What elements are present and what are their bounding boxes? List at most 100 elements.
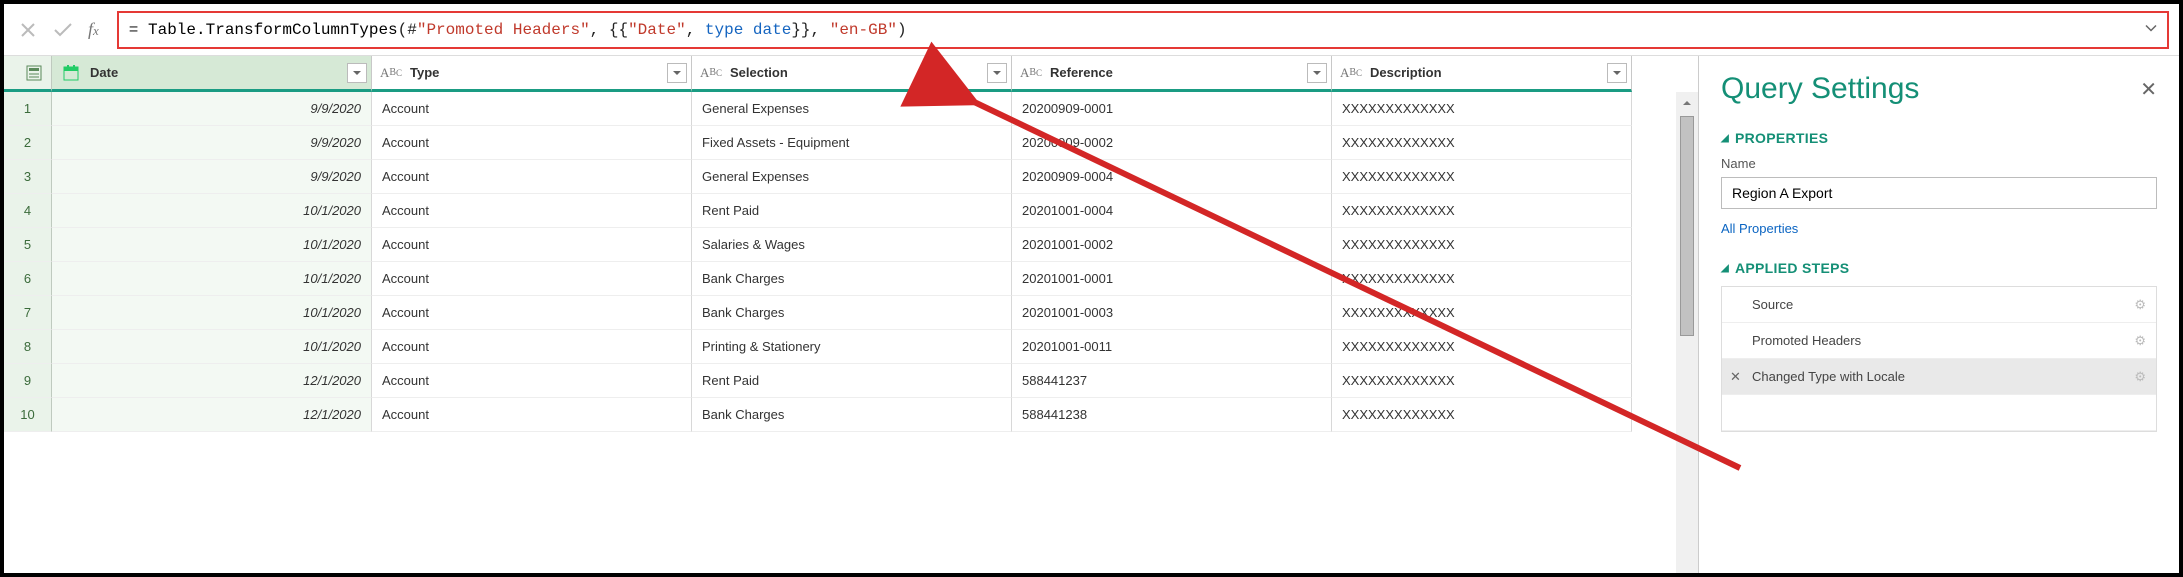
row-number: 6 (4, 262, 52, 296)
column-header-reference[interactable]: ABC Reference (1012, 56, 1332, 92)
filter-dropdown-icon[interactable] (667, 63, 687, 83)
cell-type[interactable]: Account (372, 296, 692, 330)
cell-type[interactable]: Account (372, 262, 692, 296)
vertical-scrollbar[interactable] (1676, 92, 1698, 573)
cell-selection[interactable]: General Expenses (692, 160, 1012, 194)
rows-container: 19/9/2020AccountGeneral Expenses20200909… (4, 92, 1698, 573)
cell-selection[interactable]: Rent Paid (692, 194, 1012, 228)
table-row[interactable]: 912/1/2020AccountRent Paid588441237XXXXX… (4, 364, 1698, 398)
cell-date[interactable]: 9/9/2020 (52, 160, 372, 194)
applied-step[interactable]: Promoted Headers⚙ (1722, 323, 2156, 359)
cell-description[interactable]: XXXXXXXXXXXXX (1332, 364, 1632, 398)
formula-expand-icon[interactable] (2143, 19, 2159, 40)
cell-selection[interactable]: General Expenses (692, 92, 1012, 126)
formula-bar[interactable]: = Table.TransformColumnTypes(#"Promoted … (117, 11, 2169, 49)
applied-step[interactable]: ✕ Changed Type with Locale ⚙ (1722, 359, 2156, 395)
cell-description[interactable]: XXXXXXXXXXXXX (1332, 262, 1632, 296)
cell-reference[interactable]: 20201001-0003 (1012, 296, 1332, 330)
cell-type[interactable]: Account (372, 398, 692, 432)
cell-selection[interactable]: Printing & Stationery (692, 330, 1012, 364)
cancel-icon[interactable] (18, 20, 38, 40)
cell-date[interactable]: 9/9/2020 (52, 92, 372, 126)
cell-date[interactable]: 10/1/2020 (52, 330, 372, 364)
cell-reference[interactable]: 20201001-0011 (1012, 330, 1332, 364)
cell-description[interactable]: XXXXXXXXXXXXX (1332, 160, 1632, 194)
cell-type[interactable]: Account (372, 364, 692, 398)
cell-reference[interactable]: 20200909-0001 (1012, 92, 1332, 126)
close-icon[interactable]: ✕ (2140, 77, 2157, 102)
table-row[interactable]: 510/1/2020AccountSalaries & Wages2020100… (4, 228, 1698, 262)
cell-reference[interactable]: 20200909-0004 (1012, 160, 1332, 194)
table-row[interactable]: 29/9/2020AccountFixed Assets - Equipment… (4, 126, 1698, 160)
cell-description[interactable]: XXXXXXXXXXXXX (1332, 228, 1632, 262)
text-type-icon: ABC (1340, 62, 1362, 84)
commit-icon[interactable] (52, 20, 74, 40)
cell-type[interactable]: Account (372, 228, 692, 262)
filter-dropdown-icon[interactable] (1607, 63, 1627, 83)
table-row[interactable]: 710/1/2020AccountBank Charges20201001-00… (4, 296, 1698, 330)
fx-icon[interactable]: fx (88, 19, 99, 40)
cell-type[interactable]: Account (372, 126, 692, 160)
cell-selection[interactable]: Salaries & Wages (692, 228, 1012, 262)
cell-type[interactable]: Account (372, 92, 692, 126)
table-row[interactable]: 410/1/2020AccountRent Paid20201001-0004X… (4, 194, 1698, 228)
table-row[interactable]: 19/9/2020AccountGeneral Expenses20200909… (4, 92, 1698, 126)
step-label: Source (1752, 297, 1793, 312)
cell-date[interactable]: 12/1/2020 (52, 364, 372, 398)
cell-date[interactable]: 9/9/2020 (52, 126, 372, 160)
cell-selection[interactable]: Rent Paid (692, 364, 1012, 398)
cell-date[interactable]: 10/1/2020 (52, 194, 372, 228)
cell-type[interactable]: Account (372, 160, 692, 194)
query-name-input[interactable] (1721, 177, 2157, 209)
table-row[interactable]: 39/9/2020AccountGeneral Expenses20200909… (4, 160, 1698, 194)
table-row[interactable]: 1012/1/2020AccountBank Charges588441238X… (4, 398, 1698, 432)
gear-icon[interactable]: ⚙ (2134, 369, 2146, 385)
applied-steps-section-header[interactable]: ◢ APPLIED STEPS (1721, 260, 2157, 276)
cell-reference[interactable]: 20200909-0002 (1012, 126, 1332, 160)
cell-description[interactable]: XXXXXXXXXXXXX (1332, 330, 1632, 364)
row-index-header[interactable] (4, 56, 52, 92)
panel-title: Query Settings ✕ (1721, 72, 2157, 106)
column-header-type[interactable]: ABC Type (372, 56, 692, 92)
cell-selection[interactable]: Bank Charges (692, 262, 1012, 296)
cell-type[interactable]: Account (372, 330, 692, 364)
cell-reference[interactable]: 20201001-0001 (1012, 262, 1332, 296)
cell-type[interactable]: Account (372, 194, 692, 228)
cell-reference[interactable]: 20201001-0004 (1012, 194, 1332, 228)
cell-description[interactable]: XXXXXXXXXXXXX (1332, 296, 1632, 330)
cell-description[interactable]: XXXXXXXXXXXXX (1332, 398, 1632, 432)
column-header-description[interactable]: ABC Description (1332, 56, 1632, 92)
column-label: Type (410, 65, 439, 80)
applied-step[interactable]: Source ⚙ (1722, 287, 2156, 323)
column-header-selection[interactable]: ABC Selection (692, 56, 1012, 92)
scroll-up-icon[interactable] (1676, 92, 1698, 114)
cell-reference[interactable]: 588441237 (1012, 364, 1332, 398)
cell-reference[interactable]: 588441238 (1012, 398, 1332, 432)
cell-description[interactable]: XXXXXXXXXXXXX (1332, 92, 1632, 126)
cell-date[interactable]: 10/1/2020 (52, 228, 372, 262)
delete-step-icon[interactable]: ✕ (1730, 369, 1741, 385)
properties-section-header[interactable]: ◢ PROPERTIES (1721, 130, 2157, 146)
cell-date[interactable]: 10/1/2020 (52, 296, 372, 330)
table-row[interactable]: 810/1/2020AccountPrinting & Stationery20… (4, 330, 1698, 364)
cell-description[interactable]: XXXXXXXXXXXXX (1332, 126, 1632, 160)
column-label: Date (90, 65, 118, 80)
step-label: Changed Type with Locale (1752, 369, 1905, 384)
table-row[interactable]: 610/1/2020AccountBank Charges20201001-00… (4, 262, 1698, 296)
cell-date[interactable]: 12/1/2020 (52, 398, 372, 432)
filter-dropdown-icon[interactable] (987, 63, 1007, 83)
gear-icon[interactable]: ⚙ (2134, 333, 2146, 349)
cell-date[interactable]: 10/1/2020 (52, 262, 372, 296)
scroll-thumb[interactable] (1680, 116, 1694, 336)
filter-dropdown-icon[interactable] (347, 63, 367, 83)
gear-icon[interactable]: ⚙ (2134, 297, 2146, 313)
cell-selection[interactable]: Bank Charges (692, 398, 1012, 432)
filter-dropdown-icon[interactable] (1307, 63, 1327, 83)
cell-description[interactable]: XXXXXXXXXXXXX (1332, 194, 1632, 228)
cell-selection[interactable]: Bank Charges (692, 296, 1012, 330)
formula-text: = Table.TransformColumnTypes(#"Promoted … (129, 21, 907, 39)
column-header-date[interactable]: Date (52, 56, 372, 92)
cell-reference[interactable]: 20201001-0002 (1012, 228, 1332, 262)
cell-selection[interactable]: Fixed Assets - Equipment (692, 126, 1012, 160)
all-properties-link[interactable]: All Properties (1721, 221, 2157, 236)
